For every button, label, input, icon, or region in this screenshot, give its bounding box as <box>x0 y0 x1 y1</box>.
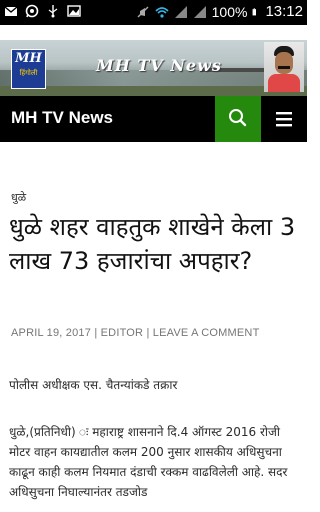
menu-icon <box>276 112 292 127</box>
post-date[interactable]: APRIL 19, 2017 <box>11 327 91 339</box>
site-logo[interactable]: MH हिंगोली <box>11 49 46 89</box>
post-meta: APRIL 19, 2017 | EDITOR | LEAVE A COMMEN… <box>11 327 260 339</box>
mail-icon <box>4 6 18 16</box>
system-icons: 100% 13:12 <box>136 3 303 20</box>
site-name-link[interactable]: MH TV News <box>11 108 113 128</box>
meta-separator: | <box>91 327 101 339</box>
whatsapp-icon <box>25 4 39 18</box>
image-icon <box>67 5 81 17</box>
battery-level: 100% <box>211 3 248 20</box>
wifi-icon <box>155 6 169 18</box>
post-author[interactable]: EDITOR <box>101 327 144 339</box>
signal-icon <box>193 5 206 18</box>
category-link[interactable]: धुळे <box>11 190 26 205</box>
article-body: धुळे,(प्रतिनिधी) ः महाराष्ट्र शासनाने दि… <box>9 425 288 499</box>
banner-land <box>0 86 307 96</box>
site-navbar: MH TV News <box>0 96 307 142</box>
menu-button[interactable] <box>261 96 307 142</box>
editor-photo <box>264 42 304 92</box>
signal-icon <box>174 5 187 18</box>
usb-icon <box>48 5 58 18</box>
meta-separator: | <box>143 327 153 339</box>
search-button[interactable] <box>215 96 261 142</box>
notification-icons <box>4 4 81 18</box>
status-bar: 100% 13:12 <box>0 0 307 25</box>
banner-title: MH TV News <box>96 56 222 75</box>
article-subhead: पोलीस अधीक्षक एस. चैतन्यांकडे तक्रार <box>9 378 178 392</box>
logo-subtext: हिंगोली <box>19 69 38 77</box>
logo-text: MH <box>15 51 42 66</box>
leave-comment-link[interactable]: LEAVE A COMMENT <box>153 327 260 339</box>
mute-icon <box>137 6 149 17</box>
search-icon <box>229 109 247 127</box>
battery-icon <box>253 7 257 15</box>
post-title: धुळे शहर वाहतुक शाखेने केला 3 लाख 73 हजा… <box>9 213 296 275</box>
clock: 13:12 <box>265 3 303 20</box>
